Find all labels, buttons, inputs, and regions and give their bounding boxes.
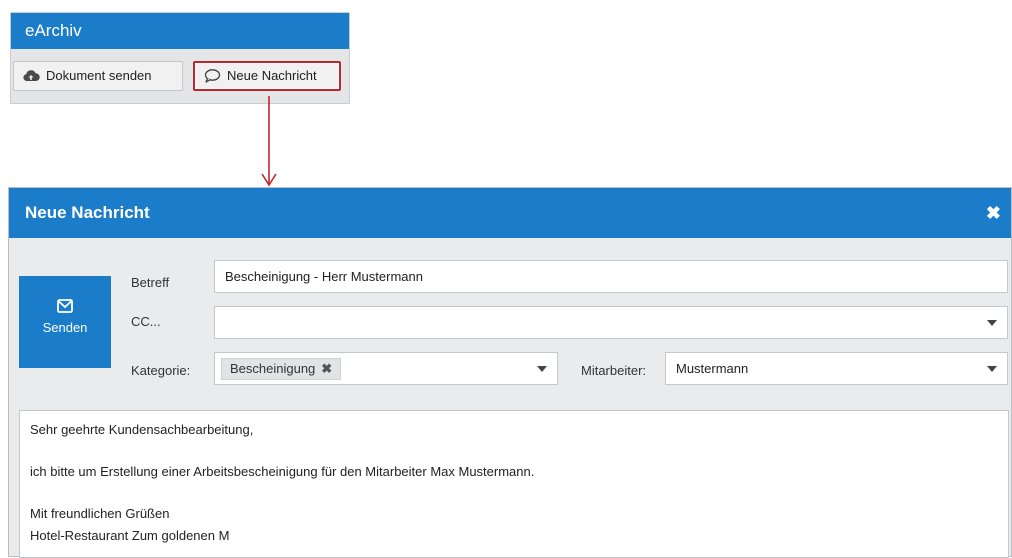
remove-tag-icon[interactable]: ✖ bbox=[321, 361, 332, 376]
send-document-button[interactable]: Dokument senden bbox=[13, 61, 183, 91]
envelope-icon bbox=[57, 299, 73, 313]
close-icon[interactable]: ✖ bbox=[986, 188, 1001, 238]
earchiv-toolbar: Dokument senden Neue Nachricht bbox=[11, 49, 349, 103]
earchiv-title: eArchiv bbox=[11, 13, 349, 49]
subject-value: Bescheinigung - Herr Mustermann bbox=[225, 269, 423, 284]
connector-arrow bbox=[261, 96, 277, 187]
dialog-title: Neue Nachricht bbox=[25, 203, 150, 222]
new-message-button[interactable]: Neue Nachricht bbox=[193, 61, 341, 91]
category-label: Kategorie: bbox=[131, 363, 191, 378]
employee-value: Mustermann bbox=[676, 361, 749, 376]
cc-select[interactable] bbox=[214, 306, 1008, 339]
earchiv-panel: eArchiv Dokument senden Neue Nachricht bbox=[10, 12, 350, 104]
employee-label: Mitarbeiter: bbox=[581, 363, 647, 378]
subject-label: Betreff bbox=[131, 275, 170, 290]
chevron-down-icon bbox=[987, 366, 997, 372]
cc-label: CC... bbox=[131, 314, 161, 329]
new-message-dialog: Neue Nachricht ✖ Senden Betreff Beschein… bbox=[8, 187, 1012, 558]
send-document-label: Dokument senden bbox=[46, 68, 152, 83]
body-signature: Hotel-Restaurant Zum goldenen M bbox=[30, 528, 230, 543]
message-body-textarea[interactable]: Sehr geehrte Kundensachbearbeitung, ich … bbox=[19, 410, 1009, 558]
chevron-down-icon bbox=[987, 320, 997, 326]
employee-select[interactable]: Mustermann bbox=[665, 352, 1008, 385]
category-select[interactable]: Bescheinigung ✖ bbox=[214, 352, 558, 385]
chevron-down-icon bbox=[537, 366, 547, 372]
body-greeting: Sehr geehrte Kundensachbearbeitung, bbox=[30, 422, 254, 437]
dialog-header: Neue Nachricht ✖ bbox=[9, 188, 1011, 238]
speech-bubble-icon bbox=[203, 67, 221, 85]
category-tag: Bescheinigung ✖ bbox=[221, 358, 342, 380]
new-message-label: Neue Nachricht bbox=[227, 68, 317, 83]
body-closing: Mit freundlichen Grüßen bbox=[30, 506, 170, 521]
send-label: Senden bbox=[42, 320, 88, 335]
body-text: ich bitte um Erstellung einer Arbeitsbes… bbox=[30, 464, 535, 479]
cloud-upload-icon bbox=[22, 67, 40, 85]
send-button[interactable]: Senden bbox=[19, 276, 111, 368]
category-tag-label: Bescheinigung bbox=[230, 361, 316, 376]
subject-input[interactable]: Bescheinigung - Herr Mustermann bbox=[214, 260, 1008, 293]
